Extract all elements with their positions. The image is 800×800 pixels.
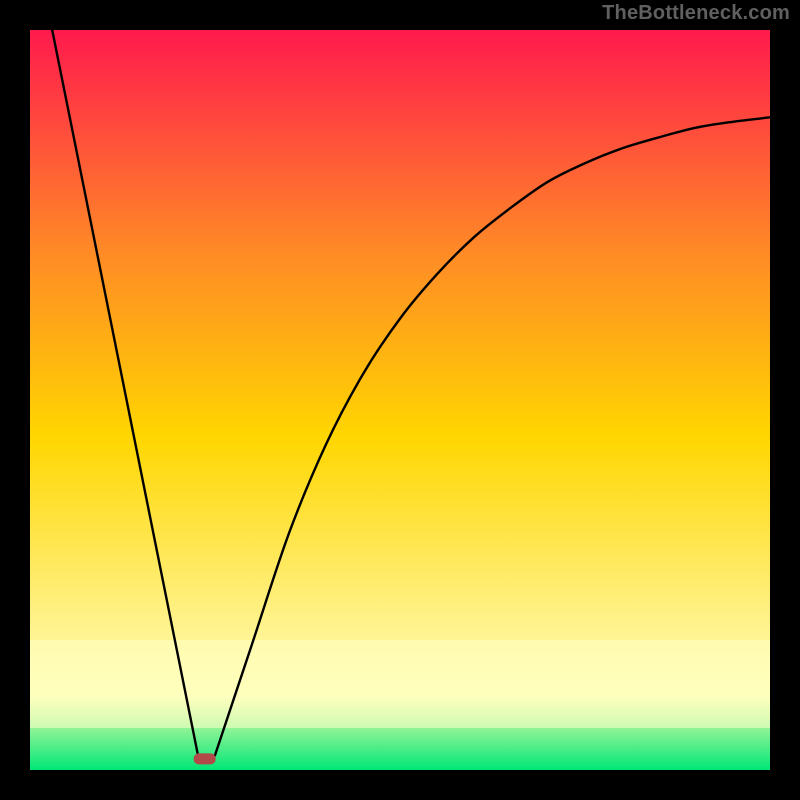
plot-area xyxy=(30,30,770,770)
chart-svg xyxy=(30,30,770,770)
watermark-label: TheBottleneck.com xyxy=(602,2,790,25)
pale-band xyxy=(30,640,770,728)
minimum-marker xyxy=(194,753,216,764)
chart-frame: TheBottleneck.com xyxy=(0,0,800,800)
